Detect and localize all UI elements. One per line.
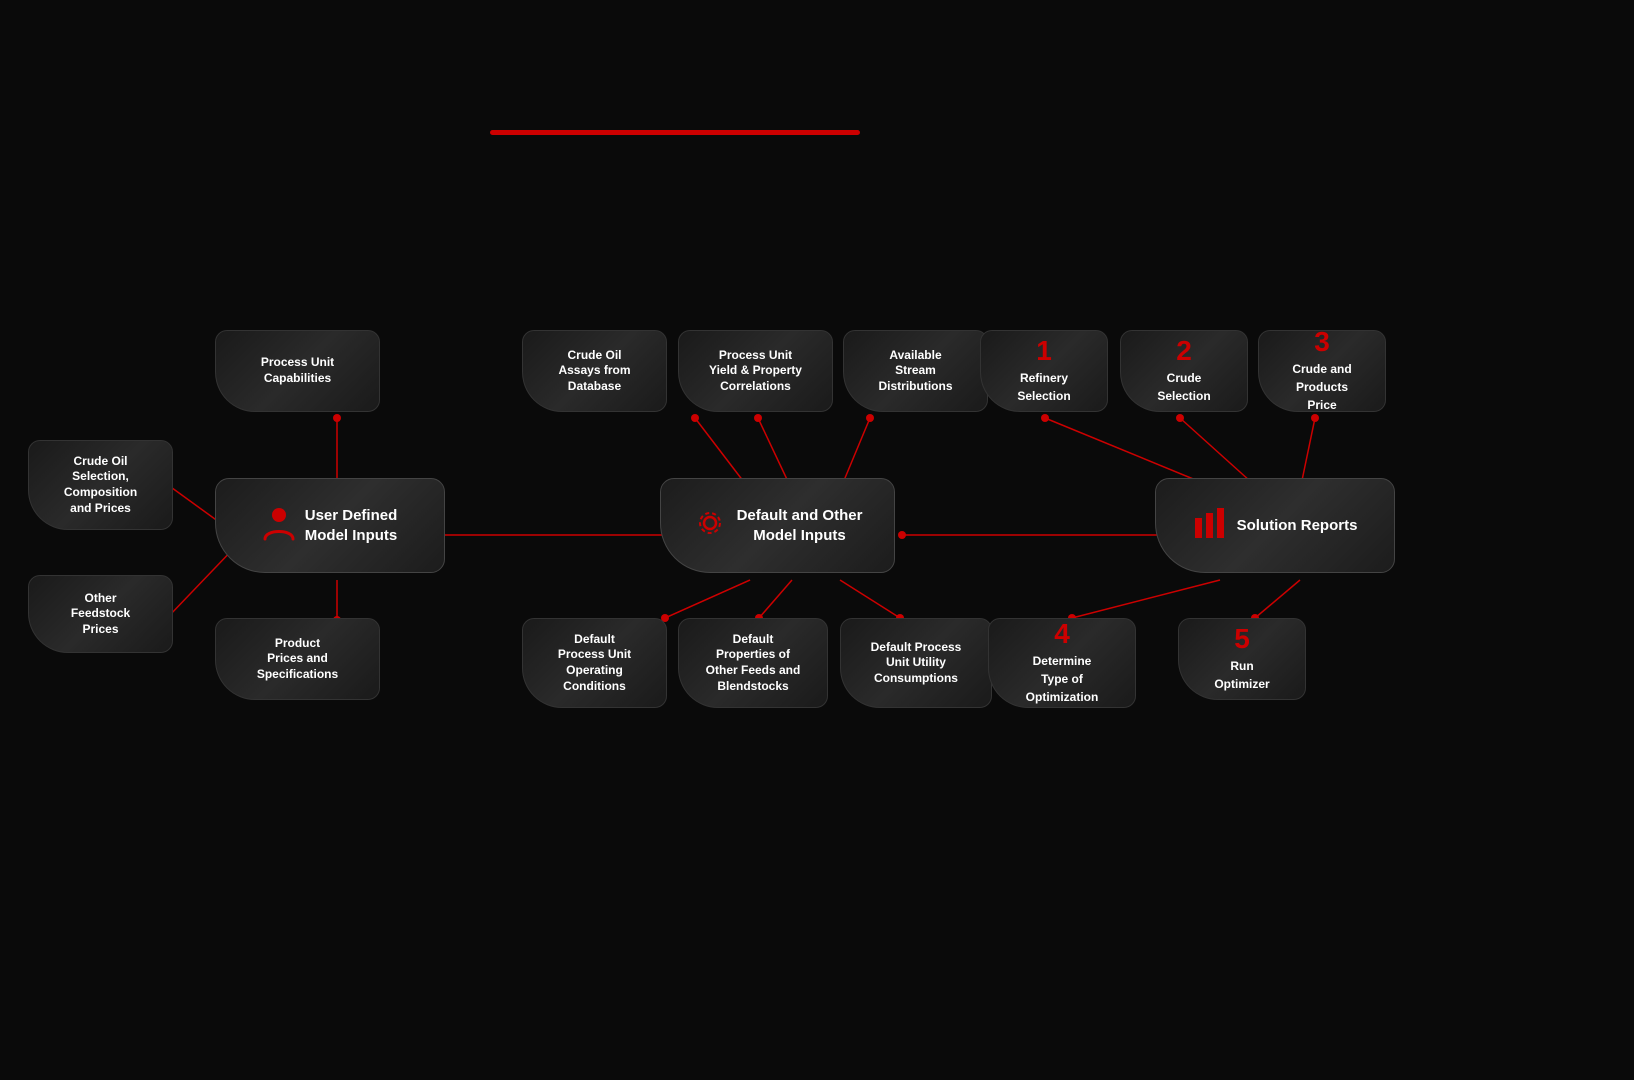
default-other-card[interactable]: Default and OtherModel Inputs	[660, 478, 895, 573]
process-unit-yield-card[interactable]: Process UnitYield & PropertyCorrelations	[678, 330, 833, 412]
run-optimizer-card[interactable]: 5 RunOptimizer	[1178, 618, 1306, 700]
crude-price-label: Crude andProductsPrice	[1292, 362, 1351, 412]
crude-oil-assays-label: Crude OilAssays fromDatabase	[558, 348, 630, 395]
other-feedstock-card[interactable]: OtherFeedstockPrices	[28, 575, 173, 653]
determine-num: 4	[1026, 620, 1099, 648]
user-defined-label: User DefinedModel Inputs	[305, 506, 398, 545]
crude-products-price-card[interactable]: 3 Crude andProductsPrice	[1258, 330, 1386, 412]
crude-sel-num: 2	[1157, 337, 1210, 365]
process-unit-cap-label: Process UnitCapabilities	[261, 355, 334, 386]
crude-price-num: 3	[1292, 328, 1351, 356]
refinery-selection-card[interactable]: 1 RefinerySelection	[980, 330, 1108, 412]
determine-label: DetermineType ofOptimization	[1026, 654, 1099, 704]
default-process-op-card[interactable]: DefaultProcess UnitOperatingConditions	[522, 618, 667, 708]
default-props-label: DefaultProperties ofOther Feeds andBlend…	[706, 632, 801, 694]
product-prices-card[interactable]: ProductPrices andSpecifications	[215, 618, 380, 700]
top-accent	[490, 130, 860, 135]
gear-icon	[693, 506, 727, 545]
run-label: RunOptimizer	[1214, 659, 1269, 691]
process-unit-yield-label: Process UnitYield & PropertyCorrelations	[709, 348, 802, 395]
crude-oil-selection-card[interactable]: Crude OilSelection,Compositionand Prices	[28, 440, 173, 530]
available-stream-label: AvailableStreamDistributions	[879, 348, 953, 395]
run-num: 5	[1214, 625, 1269, 653]
product-prices-label: ProductPrices andSpecifications	[257, 636, 338, 683]
crude-selection-card[interactable]: 2 CrudeSelection	[1120, 330, 1248, 412]
crude-oil-assays-card[interactable]: Crude OilAssays fromDatabase	[522, 330, 667, 412]
crude-oil-selection-label: Crude OilSelection,Compositionand Prices	[64, 454, 137, 516]
process-unit-cap-card[interactable]: Process UnitCapabilities	[215, 330, 380, 412]
default-other-label: Default and OtherModel Inputs	[737, 506, 863, 545]
default-utility-label: Default ProcessUnit UtilityConsumptions	[871, 640, 962, 687]
refinery-label: RefinerySelection	[1017, 371, 1070, 403]
default-process-op-label: DefaultProcess UnitOperatingConditions	[558, 632, 631, 694]
determine-opt-card[interactable]: 4 DetermineType ofOptimization	[988, 618, 1136, 708]
refinery-num: 1	[1017, 337, 1070, 365]
diagram-container: Crude OilSelection,Compositionand Prices…	[0, 0, 1634, 1080]
user-defined-card[interactable]: User DefinedModel Inputs	[215, 478, 445, 573]
bar-chart-icon	[1193, 508, 1227, 543]
crude-sel-label: CrudeSelection	[1157, 371, 1210, 403]
other-feedstock-label: OtherFeedstockPrices	[71, 591, 130, 638]
default-utility-card[interactable]: Default ProcessUnit UtilityConsumptions	[840, 618, 992, 708]
solution-reports-label: Solution Reports	[1237, 516, 1358, 536]
default-props-card[interactable]: DefaultProperties ofOther Feeds andBlend…	[678, 618, 828, 708]
available-stream-card[interactable]: AvailableStreamDistributions	[843, 330, 988, 412]
solution-reports-card[interactable]: Solution Reports	[1155, 478, 1395, 573]
person-icon	[263, 505, 295, 546]
